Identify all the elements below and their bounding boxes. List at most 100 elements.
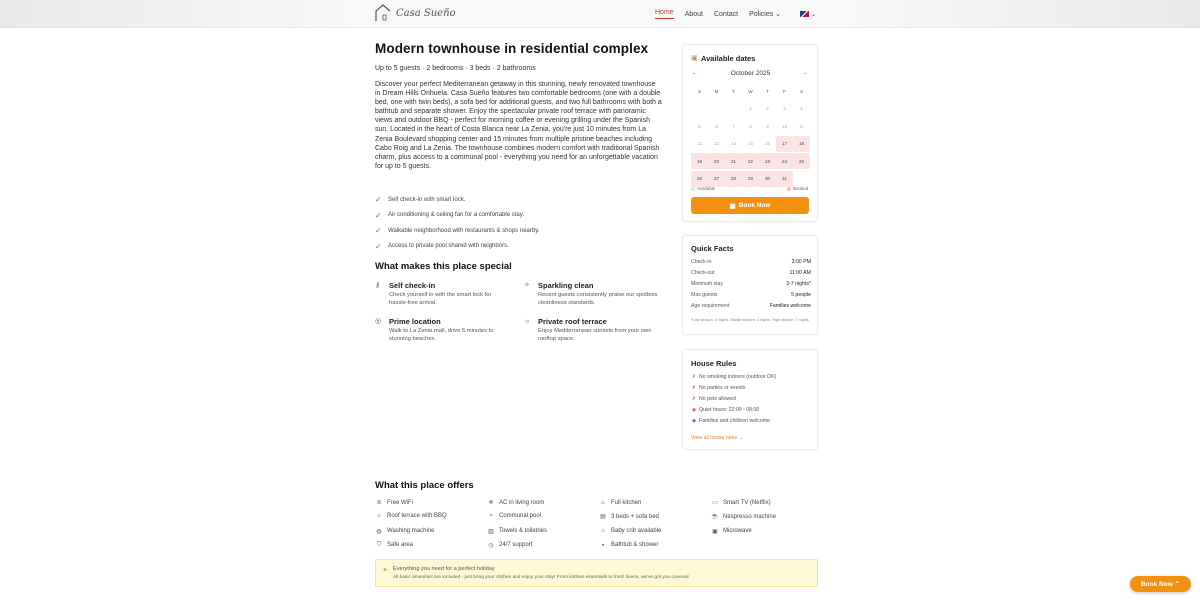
- calendar-day[interactable]: 17: [776, 135, 793, 152]
- washer-icon: ◍: [376, 528, 382, 535]
- rule-item: ◆ Families and children welcome: [691, 418, 770, 424]
- next-month-icon[interactable]: →: [802, 70, 808, 76]
- key-icon: ⚷: [375, 282, 381, 289]
- calendar-day[interactable]: 12: [691, 136, 708, 152]
- view-all-rules-link[interactable]: View all house rules →: [691, 435, 744, 441]
- feature-text: Air conditioning & ceiling fan for a com…: [388, 212, 524, 219]
- calendar-day[interactable]: 15: [742, 136, 759, 152]
- booked-dot-icon: [787, 186, 791, 191]
- offers-heading: What this place offers: [375, 480, 474, 491]
- bed-icon: ▤: [600, 514, 606, 521]
- special-title: Private roof terrace: [538, 317, 607, 326]
- uk-flag-icon[interactable]: [800, 11, 810, 17]
- x-icon: ✗: [691, 396, 697, 402]
- calendar-day[interactable]: 4: [793, 101, 810, 117]
- amenity-label: AC in living room: [499, 499, 545, 506]
- nav-contact[interactable]: Contact: [714, 11, 738, 18]
- calendar-day[interactable]: 6: [708, 118, 725, 134]
- floating-book-label: Book Now ⌃: [1140, 581, 1181, 588]
- amenity-item: ☕ Nespresso machine: [711, 513, 776, 521]
- calendar-day[interactable]: 1: [742, 101, 759, 117]
- logo[interactable]: Casa Sueño: [374, 3, 456, 23]
- house-rules-card: House Rules ✗ No smoking indoors (outdoor…: [682, 349, 818, 450]
- rule-text: Quiet hours: 22:00 - 08:00: [699, 407, 760, 413]
- amenity-item: ◒ Bathtub & shower: [599, 542, 658, 548]
- amenity-label: Communal pool: [499, 513, 542, 520]
- weekday-label: F: [783, 88, 786, 94]
- calendar-week-row: 19 20 21 22 23 24 25: [691, 153, 810, 171]
- legend-booked-label: Booked: [793, 186, 809, 191]
- special-desc: Recent guests consistently praise our sp…: [538, 292, 658, 307]
- fact-row: Check-out 11:00 AM: [691, 270, 811, 281]
- nav-about[interactable]: About: [685, 11, 703, 18]
- amenity-label: Baby crib available: [611, 527, 662, 534]
- legend-available-label: Available: [697, 186, 716, 191]
- special-title: Sparkling clean: [538, 281, 594, 290]
- rule-item: ✗ No smoking indoors (outdoor OK): [691, 374, 776, 380]
- calendar-day[interactable]: 3: [776, 101, 793, 117]
- calendar-day[interactable]: 29: [742, 170, 759, 187]
- party-icon: ✦: [382, 567, 388, 574]
- sparkle-icon: ✧: [524, 282, 530, 289]
- special-title: Self check-in: [389, 281, 436, 290]
- microwave-icon: ▣: [712, 528, 718, 535]
- listing-description: Discover your perfect Mediterranean geta…: [375, 81, 662, 170]
- rule-item: ✗ No parties or events: [691, 385, 746, 391]
- feature-text: Self check-in with smart lock.: [388, 196, 466, 203]
- special-desc: Check yourself in with the smart lock fo…: [389, 292, 492, 307]
- calendar-day[interactable]: 9: [759, 118, 776, 134]
- calendar-day[interactable]: 20: [708, 153, 725, 169]
- amenity-label: Microwave: [723, 528, 752, 535]
- calendar-day[interactable]: 11: [793, 118, 810, 134]
- weekday-label: S: [799, 88, 803, 94]
- nav-home[interactable]: Home: [655, 9, 674, 19]
- floating-book-button[interactable]: Book Now ⌃: [1130, 576, 1191, 592]
- location-icon: ◎: [375, 318, 382, 325]
- info-banner: ✦ Everything you need for a perfect holi…: [375, 559, 818, 587]
- feature-text: Walkable neighborhood with restaurants &…: [388, 227, 540, 234]
- house-logo-icon: [375, 4, 391, 21]
- rule-item: ◉ Quiet hours: 22:00 - 08:00: [691, 407, 759, 413]
- calendar-day[interactable]: 18: [793, 135, 810, 152]
- calendar-day[interactable]: 14: [725, 136, 742, 152]
- language-chevron-icon[interactable]: ⌄: [811, 11, 816, 18]
- book-now-button[interactable]: ▣ Book Now: [691, 197, 809, 214]
- calendar-day[interactable]: 28: [725, 170, 742, 187]
- calendar-week-row: 12 13 14 15 16 17 18: [691, 135, 810, 154]
- calendar-day[interactable]: 23: [759, 153, 776, 169]
- amenity-label: Smart TV (Netflix): [723, 499, 771, 506]
- calendar-day[interactable]: 30: [759, 170, 776, 187]
- fact-label: Max guests: [691, 292, 718, 298]
- header-background: [0, 0, 1200, 28]
- calendar-day[interactable]: 24: [776, 153, 793, 169]
- nav-policies[interactable]: Policies ⌄: [749, 10, 781, 18]
- special-desc: Enjoy Mediterranean sunsets from your ow…: [538, 328, 652, 343]
- calendar-day[interactable]: 2: [759, 101, 776, 117]
- calendar-day[interactable]: 5: [691, 118, 708, 134]
- calendar-day[interactable]: 10: [776, 118, 793, 134]
- amenity-item: ≋ Free WiFi: [375, 499, 413, 507]
- calendar-day[interactable]: 8: [742, 118, 759, 134]
- calendar-day[interactable]: 26: [691, 170, 708, 187]
- quick-facts-card: Quick Facts Check-in 3:00 PM Check-out 11:…: [682, 235, 818, 335]
- calendar-day[interactable]: 7: [725, 118, 742, 134]
- fact-label: Check-in: [691, 259, 712, 265]
- legend-booked: Booked: [787, 186, 808, 191]
- check-icon: ✓: [375, 195, 382, 205]
- calendar-day[interactable]: 19: [691, 153, 708, 169]
- calendar-day[interactable]: 22: [742, 153, 759, 169]
- quick-facts-title: Quick Facts: [691, 244, 734, 253]
- fact-label: Check-out: [691, 270, 715, 276]
- calendar-day[interactable]: 13: [708, 136, 725, 152]
- amenity-label: 3 beds + sofa bed: [611, 513, 659, 520]
- calendar-day[interactable]: 21: [725, 153, 742, 169]
- calendar-weekday-row: SMTWTFS: [691, 83, 810, 101]
- ac-icon: ❄: [488, 500, 494, 506]
- calendar-day[interactable]: 25: [793, 153, 810, 169]
- amenity-item: ▣ Microwave: [711, 528, 752, 535]
- calendar-day[interactable]: 27: [708, 170, 725, 187]
- house-rules-title: House Rules: [691, 359, 737, 368]
- amenity-item: ⛉ Safe area: [375, 542, 413, 549]
- calendar-day[interactable]: 16: [759, 136, 776, 152]
- calendar-day[interactable]: 31: [776, 170, 793, 187]
